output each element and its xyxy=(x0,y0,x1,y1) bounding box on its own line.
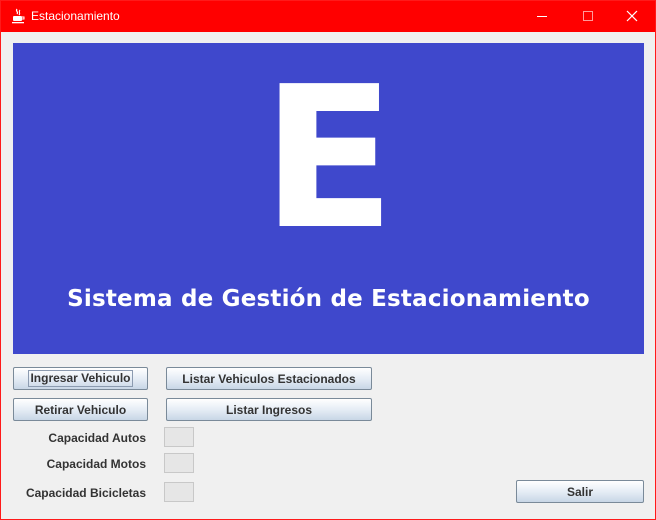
title-bar[interactable]: Estacionamiento xyxy=(1,1,655,32)
capacidad-motos-label: Capacidad Motos xyxy=(46,457,146,471)
listar-ingresos-button[interactable]: Listar Ingresos xyxy=(166,398,372,421)
capacidad-motos-field[interactable] xyxy=(164,453,194,473)
ingresar-vehiculo-button[interactable]: Ingresar Vehiculo xyxy=(13,367,148,390)
listar-vehiculos-button[interactable]: Listar Vehiculos Estacionados xyxy=(166,367,372,390)
app-title: Sistema de Gestión de Estacionamiento xyxy=(67,286,590,312)
close-button[interactable] xyxy=(609,1,655,32)
java-cup-icon xyxy=(10,8,26,24)
capacidad-bicicletas-field[interactable] xyxy=(164,482,194,502)
window-title: Estacionamiento xyxy=(31,9,120,23)
maximize-icon xyxy=(582,7,594,26)
logo-letter: E xyxy=(261,45,396,273)
maximize-button[interactable] xyxy=(565,1,611,32)
logo-banner: E Sistema de Gestión de Estacionamiento xyxy=(13,43,644,354)
salir-button[interactable]: Salir xyxy=(516,480,644,503)
minimize-button[interactable] xyxy=(519,1,565,32)
capacidad-autos-field[interactable] xyxy=(164,427,194,447)
capacidad-autos-label: Capacidad Autos xyxy=(48,431,146,445)
ingresar-vehiculo-label: Ingresar Vehiculo xyxy=(28,370,133,387)
minimize-icon xyxy=(536,7,548,26)
retirar-vehiculo-button[interactable]: Retirar Vehiculo xyxy=(13,398,148,421)
main-window: Estacionamiento E Sistema de Gestión de … xyxy=(0,0,656,520)
capacidad-bicicletas-label: Capacidad Bicicletas xyxy=(25,486,146,500)
close-icon xyxy=(626,7,638,26)
